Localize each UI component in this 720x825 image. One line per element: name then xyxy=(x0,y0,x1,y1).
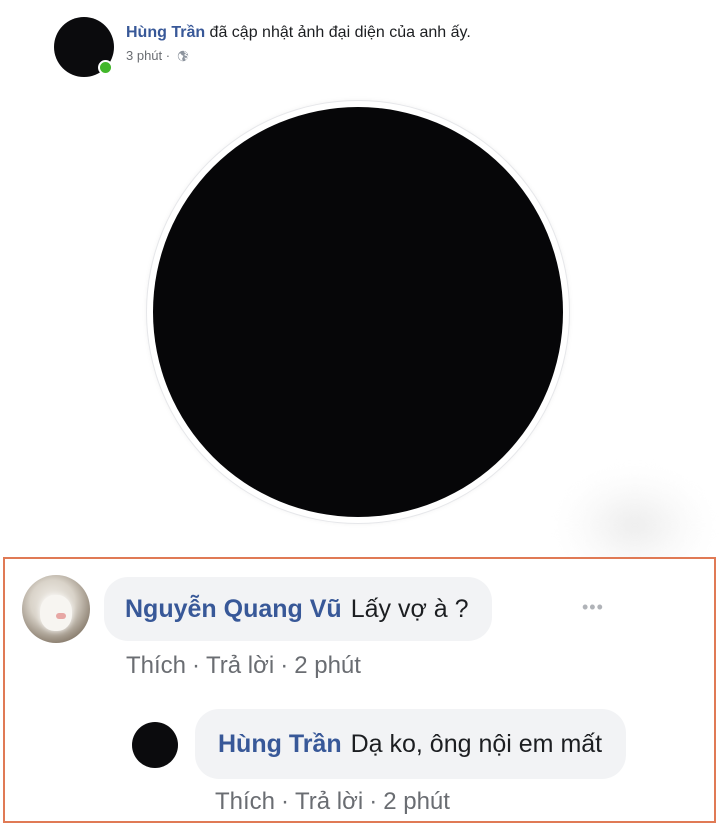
commenter-avatar[interactable] xyxy=(22,575,90,643)
action-separator: · xyxy=(192,652,201,679)
globe-icon[interactable] xyxy=(177,50,189,62)
comment-actions: Thích · Trả lời · 2 phút xyxy=(126,652,361,680)
reply-author-link[interactable]: Hùng Trần xyxy=(218,730,342,759)
profile-picture[interactable] xyxy=(147,101,569,523)
like-button[interactable]: Thích xyxy=(126,652,186,679)
reply-text: Dạ ko, ông nội em mất xyxy=(350,729,603,758)
action-separator: · xyxy=(280,652,289,679)
reply-like-button[interactable]: Thích xyxy=(215,788,275,815)
post-meta: 3 phút · xyxy=(126,48,471,63)
post-author-link[interactable]: Hùng Trần xyxy=(126,24,205,41)
action-separator: · xyxy=(281,788,290,815)
author-avatar[interactable] xyxy=(54,17,114,77)
reply-bubble: Hùng Trần Dạ ko, ông nội em mất xyxy=(195,709,627,779)
post-title-line: Hùng Trần đã cập nhật ảnh đại diện của a… xyxy=(126,24,471,42)
reply-author-avatar[interactable] xyxy=(132,722,178,768)
post-action-text: đã cập nhật ảnh đại diện của anh ấy. xyxy=(205,24,471,41)
comment-author-link[interactable]: Nguyễn Quang Vũ xyxy=(125,595,342,624)
post-meta-separator: · xyxy=(162,48,174,63)
post-header: Hùng Trần đã cập nhật ảnh đại diện của a… xyxy=(54,17,471,79)
action-separator: · xyxy=(369,788,378,815)
cat-photo-nose xyxy=(56,613,66,619)
reply-timestamp[interactable]: 2 phút xyxy=(383,788,450,815)
post-timestamp[interactable]: 3 phút xyxy=(126,48,162,63)
comment-timestamp[interactable]: 2 phút xyxy=(294,652,361,679)
comment-bubble: Nguyễn Quang Vũ Lấy vợ à ? xyxy=(104,577,492,641)
comment-text: Lấy vợ à ? xyxy=(350,594,469,623)
online-status-dot xyxy=(98,60,113,75)
comments-highlight-box: Nguyễn Quang Vũ Lấy vợ à ? ••• Thích · Trả… xyxy=(3,557,716,823)
profile-picture-image xyxy=(153,107,563,517)
more-options-icon[interactable]: ••• xyxy=(582,597,604,618)
post-header-text: Hùng Trần đã cập nhật ảnh đại diện của a… xyxy=(126,17,471,63)
reply-actions: Thích · Trả lời · 2 phút xyxy=(215,788,450,816)
reply-button[interactable]: Trả lời xyxy=(206,652,274,679)
reply-reply-button[interactable]: Trả lời xyxy=(295,788,363,815)
